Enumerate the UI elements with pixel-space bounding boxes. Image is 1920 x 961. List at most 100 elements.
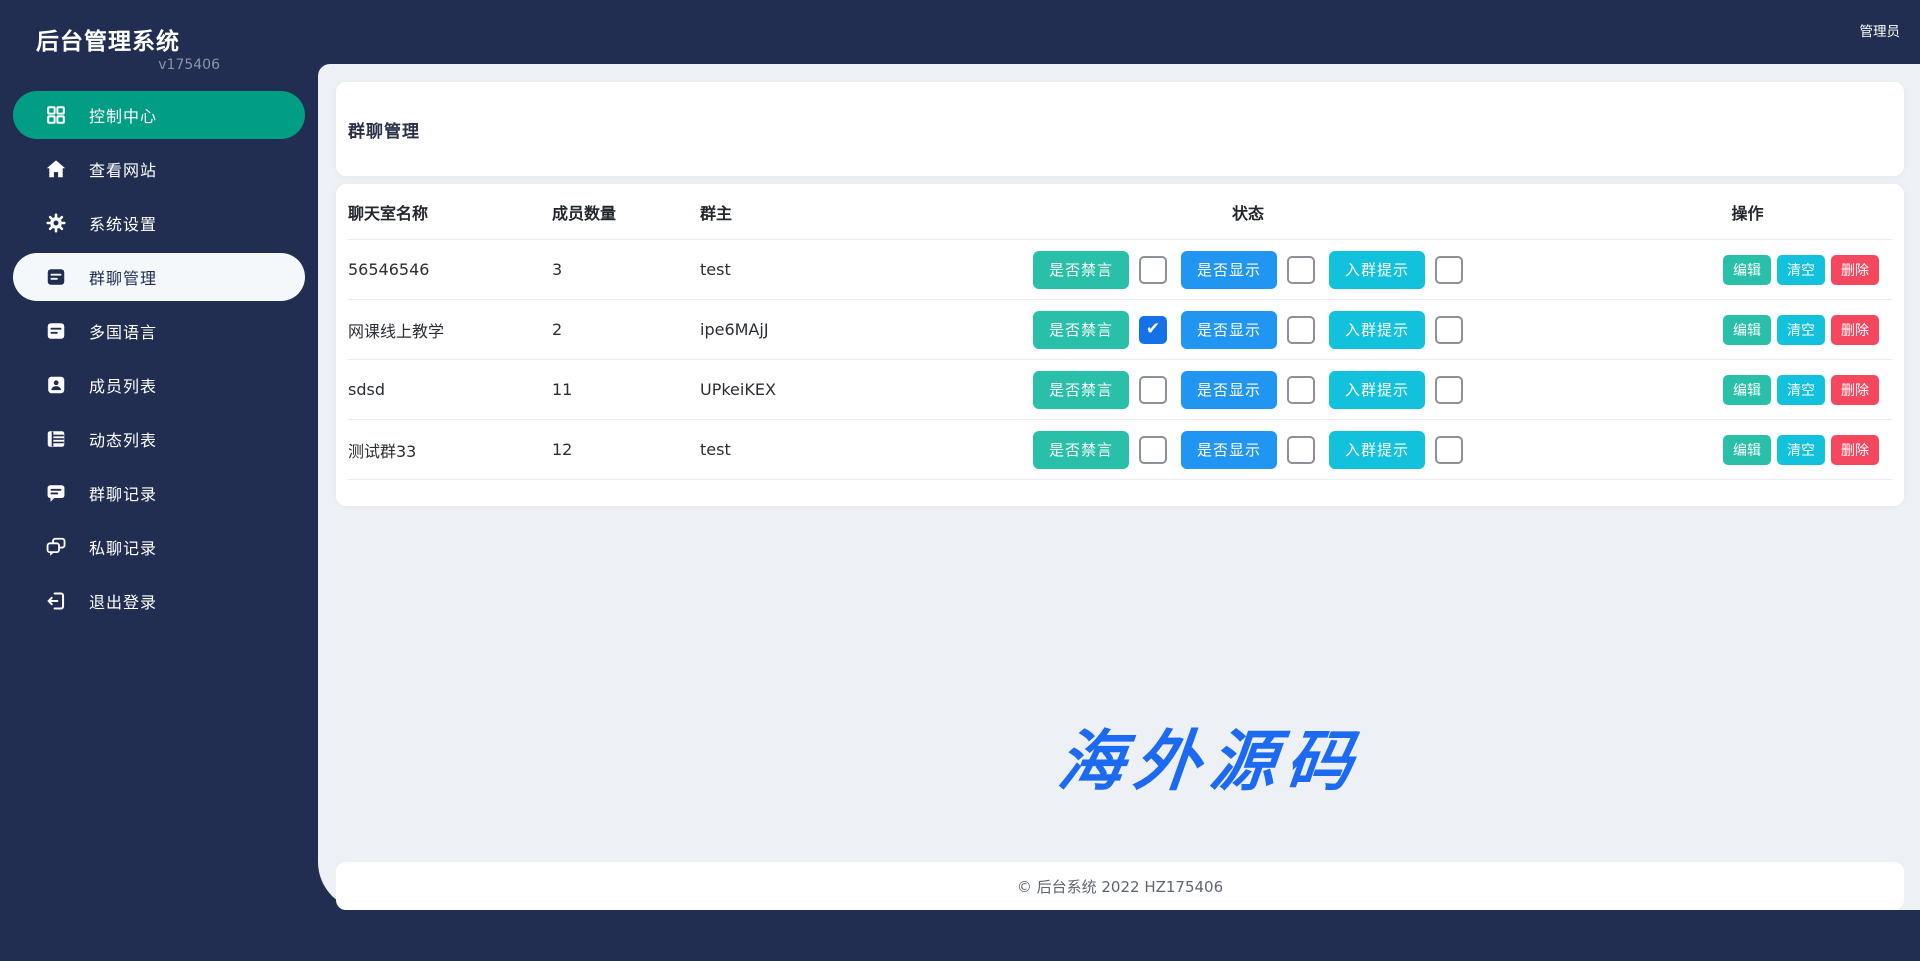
mute-toggle-button[interactable]: 是否禁言 bbox=[1033, 310, 1130, 349]
delete-button[interactable]: 删除 bbox=[1831, 374, 1879, 405]
delete-button[interactable]: 删除 bbox=[1831, 254, 1879, 285]
sidebar-item-languages[interactable]: 多国语言 bbox=[13, 307, 305, 355]
sidebar-item-feed-list[interactable]: 动态列表 bbox=[13, 415, 305, 463]
private-chat-icon bbox=[45, 536, 67, 558]
sidebar-menu: 控制中心 查看网站 系统设置 群聊管理 多国语言 成员列表 动态列表 群聊记录 … bbox=[0, 91, 318, 625]
sidebar-item-private-chat-log[interactable]: 私聊记录 bbox=[13, 523, 305, 571]
actions-cell: 编辑 清空 删除 bbox=[1463, 314, 1892, 345]
footer-copyright: © 后台系统 2022 HZ175406 bbox=[1016, 877, 1224, 896]
sidebar-item-label: 多国语言 bbox=[89, 323, 158, 342]
visible-toggle-button[interactable]: 是否显示 bbox=[1181, 370, 1278, 409]
visible-toggle-button[interactable]: 是否显示 bbox=[1181, 250, 1278, 289]
sidebar-item-control-center[interactable]: 控制中心 bbox=[13, 91, 305, 139]
table-body: 56546546 3 test 是否禁言 是否显示 入群提示 编辑 清空 删除 bbox=[348, 240, 1892, 480]
chatroom-name: sdsd bbox=[348, 380, 385, 399]
status-cell: 是否禁言 是否显示 入群提示 bbox=[1033, 430, 1463, 469]
chatroom-table-card: 聊天室名称 成员数量 群主 状态 操作 56546546 3 test 是否禁言… bbox=[336, 184, 1904, 506]
join-tip-checkbox[interactable] bbox=[1435, 375, 1463, 404]
visible-toggle-button[interactable]: 是否显示 bbox=[1181, 310, 1278, 349]
sidebar: 后台管理系统 v175406 控制中心 查看网站 系统设置 群聊管理 多国语言 … bbox=[0, 0, 318, 961]
mute-toggle-button[interactable]: 是否禁言 bbox=[1033, 430, 1130, 469]
sidebar-item-group-chat-log[interactable]: 群聊记录 bbox=[13, 469, 305, 517]
sidebar-item-system-settings[interactable]: 系统设置 bbox=[13, 199, 305, 247]
edit-button[interactable]: 编辑 bbox=[1723, 434, 1771, 465]
mute-toggle-button[interactable]: 是否禁言 bbox=[1033, 250, 1130, 289]
gear-icon bbox=[45, 212, 67, 234]
mute-checkbox[interactable] bbox=[1139, 435, 1167, 464]
group-owner: UPkeiKEX bbox=[700, 380, 776, 399]
clear-button[interactable]: 清空 bbox=[1777, 374, 1825, 405]
sidebar-item-label: 群聊记录 bbox=[89, 485, 158, 504]
join-tip-button[interactable]: 入群提示 bbox=[1329, 250, 1426, 289]
sidebar-item-label: 私聊记录 bbox=[89, 539, 158, 558]
clear-button[interactable]: 清空 bbox=[1777, 434, 1825, 465]
join-tip-checkbox[interactable] bbox=[1435, 315, 1463, 344]
status-cell: 是否禁言 是否显示 入群提示 bbox=[1033, 250, 1463, 289]
sidebar-item-view-site[interactable]: 查看网站 bbox=[13, 145, 305, 193]
mute-checkbox[interactable] bbox=[1139, 255, 1167, 284]
feed-list-icon bbox=[45, 428, 67, 450]
sidebar-item-label: 查看网站 bbox=[89, 161, 158, 180]
app-logo: 后台管理系统 v175406 bbox=[0, 0, 318, 73]
sidebar-item-logout[interactable]: 退出登录 bbox=[13, 577, 305, 625]
sidebar-item-label: 退出登录 bbox=[89, 593, 158, 612]
app-title: 后台管理系统 bbox=[36, 29, 180, 55]
edit-button[interactable]: 编辑 bbox=[1723, 374, 1771, 405]
table-row: 网课线上教学 2 ipe6MAjJ 是否禁言 是否显示 入群提示 编辑 清空 删… bbox=[348, 300, 1892, 360]
mute-toggle-button[interactable]: 是否禁言 bbox=[1033, 370, 1130, 409]
watermark: 海外源码 bbox=[1054, 722, 1367, 800]
header-group-owner: 群主 bbox=[700, 203, 733, 223]
actions-cell: 编辑 清空 删除 bbox=[1463, 374, 1892, 405]
delete-button[interactable]: 删除 bbox=[1831, 434, 1879, 465]
group-owner: ipe6MAjJ bbox=[700, 320, 769, 339]
header-member-count: 成员数量 bbox=[552, 203, 617, 223]
member-list-icon bbox=[45, 374, 67, 396]
join-tip-checkbox[interactable] bbox=[1435, 435, 1463, 464]
join-tip-checkbox[interactable] bbox=[1435, 255, 1463, 284]
main-area: 群聊管理 聊天室名称 成员数量 群主 状态 操作 56546546 3 test… bbox=[318, 64, 1920, 910]
header-actions: 操作 bbox=[1731, 203, 1764, 223]
sidebar-item-label: 动态列表 bbox=[89, 431, 158, 450]
clear-button[interactable]: 清空 bbox=[1777, 254, 1825, 285]
visible-checkbox[interactable] bbox=[1287, 315, 1315, 344]
group-chat-icon bbox=[45, 482, 67, 504]
table-row: 测试群33 12 test 是否禁言 是否显示 入群提示 编辑 清空 删除 bbox=[348, 420, 1892, 480]
sidebar-item-label: 成员列表 bbox=[89, 377, 158, 396]
join-tip-button[interactable]: 入群提示 bbox=[1329, 430, 1426, 469]
delete-button[interactable]: 删除 bbox=[1831, 314, 1879, 345]
header-status: 状态 bbox=[1231, 203, 1264, 223]
visible-toggle-button[interactable]: 是否显示 bbox=[1181, 430, 1278, 469]
mute-checkbox[interactable] bbox=[1139, 375, 1167, 404]
chat-manage-icon bbox=[45, 266, 67, 288]
header-chatroom-name: 聊天室名称 bbox=[348, 203, 429, 223]
clear-button[interactable]: 清空 bbox=[1777, 314, 1825, 345]
table-header-row: 聊天室名称 成员数量 群主 状态 操作 bbox=[348, 184, 1892, 240]
edit-button[interactable]: 编辑 bbox=[1723, 314, 1771, 345]
language-icon bbox=[45, 320, 67, 342]
page-title-card: 群聊管理 bbox=[336, 82, 1904, 176]
sidebar-item-label: 群聊管理 bbox=[89, 269, 158, 288]
member-count: 2 bbox=[552, 320, 563, 339]
actions-cell: 编辑 清空 删除 bbox=[1463, 434, 1892, 465]
admin-user-link[interactable]: 管理员 bbox=[1860, 0, 1901, 64]
join-tip-button[interactable]: 入群提示 bbox=[1329, 370, 1426, 409]
chatroom-name: 网课线上教学 bbox=[348, 321, 445, 341]
page-title: 群聊管理 bbox=[348, 121, 420, 142]
mute-checkbox[interactable] bbox=[1139, 315, 1167, 344]
table-row: 56546546 3 test 是否禁言 是否显示 入群提示 编辑 清空 删除 bbox=[348, 240, 1892, 300]
actions-cell: 编辑 清空 删除 bbox=[1463, 254, 1892, 285]
table-row: sdsd 11 UPkeiKEX 是否禁言 是否显示 入群提示 编辑 清空 删除 bbox=[348, 360, 1892, 420]
sidebar-item-group-chat-manage[interactable]: 群聊管理 bbox=[13, 253, 305, 301]
visible-checkbox[interactable] bbox=[1287, 435, 1315, 464]
sidebar-item-label: 控制中心 bbox=[89, 107, 158, 126]
edit-button[interactable]: 编辑 bbox=[1723, 254, 1771, 285]
app-version: v175406 bbox=[158, 57, 220, 73]
sidebar-item-label: 系统设置 bbox=[89, 215, 158, 234]
join-tip-button[interactable]: 入群提示 bbox=[1329, 310, 1426, 349]
sidebar-item-member-list[interactable]: 成员列表 bbox=[13, 361, 305, 409]
member-count: 3 bbox=[552, 260, 563, 279]
visible-checkbox[interactable] bbox=[1287, 375, 1315, 404]
group-owner: test bbox=[700, 440, 731, 459]
status-cell: 是否禁言 是否显示 入群提示 bbox=[1033, 310, 1463, 349]
visible-checkbox[interactable] bbox=[1287, 255, 1315, 284]
